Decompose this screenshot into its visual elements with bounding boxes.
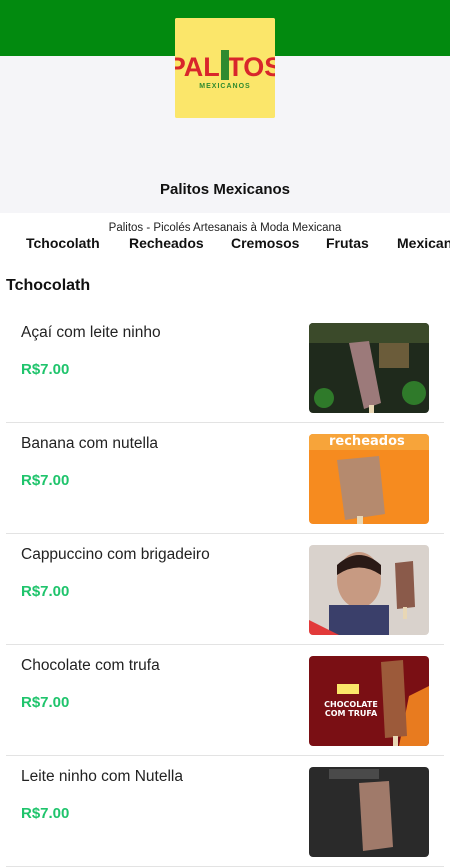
store-logo: PALITOS MEXICANOS xyxy=(175,18,275,118)
product-item[interactable]: Chocolate com trufa R$7.00 CHOCOLATE COM… xyxy=(6,645,444,756)
logo-subtext: MEXICANOS xyxy=(199,83,250,90)
product-price: R$7.00 xyxy=(21,361,70,378)
product-price: R$7.00 xyxy=(21,472,70,489)
product-image[interactable]: recheados xyxy=(309,434,429,524)
product-price: R$7.00 xyxy=(21,694,70,711)
product-price: R$7.00 xyxy=(21,583,70,600)
tab-cremosos[interactable]: Cremosos xyxy=(231,235,299,251)
product-image[interactable] xyxy=(309,545,429,635)
product-image[interactable]: CHOCOLATE COM TRUFA xyxy=(309,656,429,746)
product-image[interactable] xyxy=(309,323,429,413)
product-image[interactable] xyxy=(309,767,429,857)
tab-recheados[interactable]: Recheados xyxy=(129,235,204,251)
product-name: Leite ninho com Nutella xyxy=(21,768,183,785)
section-title: Tchocolath xyxy=(6,277,91,294)
product-name: Açaí com leite ninho xyxy=(21,324,161,341)
product-name: Banana com nutella xyxy=(21,435,159,452)
product-price: R$7.00 xyxy=(21,805,70,822)
product-item[interactable]: Açaí com leite ninho R$7.00 xyxy=(6,312,444,423)
tab-tchocolath[interactable]: Tchocolath xyxy=(26,235,100,251)
tab-frutas[interactable]: Frutas xyxy=(326,235,369,251)
thumb-label: CHOCOLATE COM TRUFA xyxy=(324,700,378,718)
product-item[interactable]: Cappuccino com brigadeiro R$7.00 xyxy=(6,534,444,645)
tab-mexicanos[interactable]: Mexicanos xyxy=(397,235,450,251)
product-item[interactable]: Banana com nutella R$7.00 recheados xyxy=(6,423,444,534)
product-name: Chocolate com trufa xyxy=(21,657,160,674)
store-name: Palitos Mexicanos xyxy=(159,181,291,198)
product-item[interactable]: Leite ninho com Nutella R$7.00 xyxy=(6,756,444,867)
product-name: Cappuccino com brigadeiro xyxy=(21,546,210,563)
category-tabs: Tchocolath Recheados Cremosos Frutas Mex… xyxy=(0,213,450,271)
thumb-label: recheados xyxy=(329,434,405,449)
